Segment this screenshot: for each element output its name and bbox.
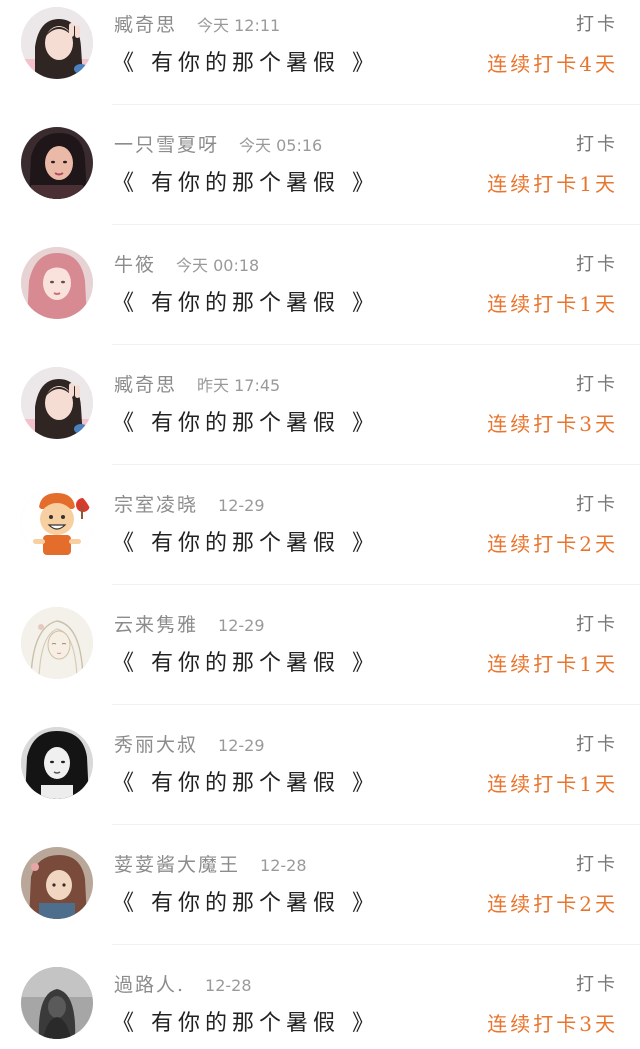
user-name[interactable]: 秀丽大叔 (114, 734, 198, 756)
book-title[interactable]: 《 有你的那个暑假 》 (112, 405, 379, 437)
streak-label: 连续打卡1天 (487, 652, 618, 676)
girl-peace-sign-avatar (21, 367, 93, 439)
checkin-label: 打卡 (576, 494, 618, 515)
user-name[interactable]: 一只雪夏呀 (114, 134, 219, 156)
avatar[interactable] (21, 247, 93, 319)
illustrated-girl-avatar (21, 847, 93, 919)
list-item[interactable]: 荽荽酱大魔王 12-28 《 有你的那个暑假 》 打卡 连续打卡2天 (0, 840, 640, 960)
book-title[interactable]: 《 有你的那个暑假 》 (112, 165, 379, 197)
avatar[interactable] (21, 607, 93, 679)
meta-line: 牛筱 今天 00:18 (114, 250, 259, 276)
post-time: 12-29 (218, 736, 265, 755)
list-item[interactable]: 臧奇思 昨天 17:45 《 有你的那个暑假 》 打卡 连续打卡3天 (0, 360, 640, 480)
user-name[interactable]: 臧奇思 (114, 374, 177, 396)
divider (112, 704, 640, 705)
divider (112, 944, 640, 945)
meta-line: 荽荽酱大魔王 12-28 (114, 850, 307, 876)
streak-label: 连续打卡2天 (487, 532, 618, 556)
divider (112, 104, 640, 105)
divider (112, 824, 640, 825)
list-item[interactable]: 牛筱 今天 00:18 《 有你的那个暑假 》 打卡 连续打卡1天 (0, 240, 640, 360)
avatar[interactable] (21, 127, 93, 199)
divider (112, 464, 640, 465)
meta-line: 云来隽雅 12-29 (114, 610, 265, 636)
avatar[interactable] (21, 487, 93, 559)
checkin-label: 打卡 (576, 734, 618, 755)
streak-label: 连续打卡3天 (487, 1012, 618, 1036)
streak-label: 连续打卡1天 (487, 292, 618, 316)
user-name[interactable]: 過路人. (114, 974, 185, 996)
user-name[interactable]: 荽荽酱大魔王 (114, 854, 240, 876)
checkin-label: 打卡 (576, 974, 618, 995)
user-name[interactable]: 宗室凌晓 (114, 494, 198, 516)
user-name[interactable]: 臧奇思 (114, 14, 177, 36)
list-item[interactable]: 云来隽雅 12-29 《 有你的那个暑假 》 打卡 连续打卡1天 (0, 600, 640, 720)
divider (112, 584, 640, 585)
book-title[interactable]: 《 有你的那个暑假 》 (112, 765, 379, 797)
avatar[interactable] (21, 847, 93, 919)
post-time: 12-29 (218, 496, 265, 515)
checkin-label: 打卡 (576, 854, 618, 875)
girl-peace-sign-avatar (21, 7, 93, 79)
book-title[interactable]: 《 有你的那个暑假 》 (112, 45, 379, 77)
meta-line: 秀丽大叔 12-29 (114, 730, 265, 756)
sketch-girl-avatar (21, 607, 93, 679)
meta-line: 一只雪夏呀 今天 05:16 (114, 130, 322, 156)
hooded-figure-avatar (21, 967, 93, 1039)
meta-line: 臧奇思 昨天 17:45 (114, 370, 280, 396)
book-title[interactable]: 《 有你的那个暑假 》 (112, 885, 379, 917)
checkin-label: 打卡 (576, 14, 618, 35)
post-time: 12-28 (205, 976, 252, 995)
user-name[interactable]: 牛筱 (114, 254, 156, 276)
meta-line: 過路人. 12-28 (114, 970, 252, 996)
divider (112, 344, 640, 345)
post-time: 12-29 (218, 616, 265, 635)
streak-label: 连续打卡3天 (487, 412, 618, 436)
post-time: 昨天 17:45 (197, 376, 281, 395)
bw-girl-avatar (21, 727, 93, 799)
book-title[interactable]: 《 有你的那个暑假 》 (112, 645, 379, 677)
avatar[interactable] (21, 967, 93, 1039)
user-name[interactable]: 云来隽雅 (114, 614, 198, 636)
meta-line: 臧奇思 今天 12:11 (114, 10, 280, 36)
streak-label: 连续打卡2天 (487, 892, 618, 916)
streak-label: 连续打卡1天 (487, 172, 618, 196)
girl-pink-hair-avatar (21, 247, 93, 319)
streak-label: 连续打卡1天 (487, 772, 618, 796)
post-time: 今天 05:16 (239, 136, 323, 155)
checkin-list: 臧奇思 今天 12:11 《 有你的那个暑假 》 打卡 连续打卡4天 一只雪夏呀今… (0, 0, 640, 1049)
avatar[interactable] (21, 367, 93, 439)
list-item[interactable]: 過路人. 12-28 《 有你的那个暑假 》 打卡 连续打卡3天 (0, 960, 640, 1049)
list-item[interactable]: 一只雪夏呀 今天 05:16 《 有你的那个暑假 》 打卡 连续打卡1天 (0, 120, 640, 240)
avatar[interactable] (21, 7, 93, 79)
divider (112, 224, 640, 225)
girl-dark-hair-avatar (21, 127, 93, 199)
list-item[interactable]: 臧奇思 今天 12:11 《 有你的那个暑假 》 打卡 连续打卡4天 (0, 0, 640, 120)
checkin-label: 打卡 (576, 614, 618, 635)
post-time: 今天 00:18 (176, 256, 260, 275)
checkin-label: 打卡 (576, 254, 618, 275)
checkin-label: 打卡 (576, 134, 618, 155)
avatar[interactable] (21, 727, 93, 799)
checkin-label: 打卡 (576, 374, 618, 395)
cartoon-boy-avatar (21, 487, 93, 559)
post-time: 12-28 (260, 856, 307, 875)
meta-line: 宗室凌晓 12-29 (114, 490, 265, 516)
list-item[interactable]: 宗室凌晓 12-29 《 有你的那个暑假 》 打卡 连续打卡2天 (0, 480, 640, 600)
book-title[interactable]: 《 有你的那个暑假 》 (112, 1005, 379, 1037)
streak-label: 连续打卡4天 (487, 52, 618, 76)
book-title[interactable]: 《 有你的那个暑假 》 (112, 525, 379, 557)
book-title[interactable]: 《 有你的那个暑假 》 (112, 285, 379, 317)
post-time: 今天 12:11 (197, 16, 281, 35)
list-item[interactable]: 秀丽大叔 12-29 《 有你的那个暑假 》 打卡 连续打卡1天 (0, 720, 640, 840)
